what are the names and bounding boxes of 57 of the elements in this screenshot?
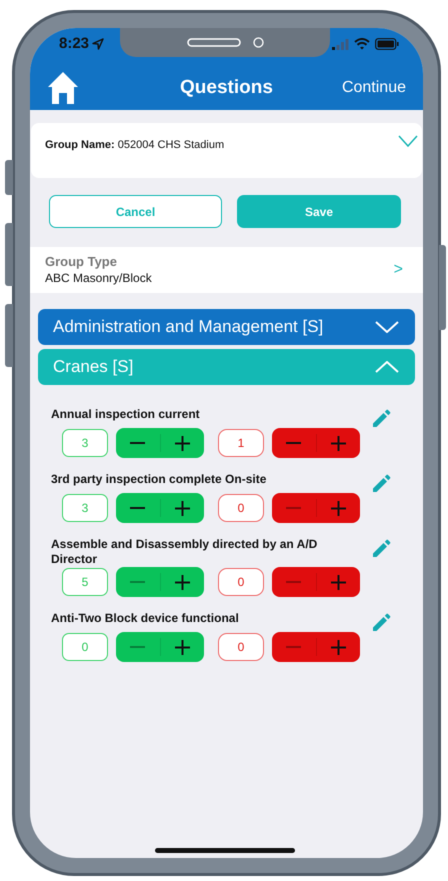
plus-icon xyxy=(330,574,346,590)
count-field: 3 xyxy=(62,429,108,457)
count-field: 0 xyxy=(62,633,108,661)
minus-icon xyxy=(130,646,146,648)
camera-icon xyxy=(252,37,264,48)
plus-icon xyxy=(174,500,190,516)
chevron-text: > xyxy=(394,260,403,280)
speaker-icon xyxy=(186,38,240,47)
question-text: Assemble and Disassembly directed by an A/D Director xyxy=(51,537,318,567)
signal-icon xyxy=(332,38,349,50)
question-text: Annual inspection current xyxy=(51,407,200,422)
question-text: 3rd party inspection complete On-site xyxy=(51,472,266,487)
screen-title: Questions xyxy=(179,76,274,100)
group-type-row[interactable]: Group Type ABC Masonry/Block > xyxy=(30,247,423,293)
edit-button[interactable] xyxy=(372,409,391,428)
group-type-label: Group Type xyxy=(45,254,118,270)
count-field: 0 xyxy=(218,568,264,596)
pencil-icon xyxy=(372,539,391,558)
minus-icon xyxy=(130,442,146,444)
minus-icon xyxy=(130,581,146,583)
chevron-up-icon xyxy=(375,361,399,373)
question-text: Anti-Two Block device functional xyxy=(51,611,239,626)
home-button[interactable] xyxy=(47,70,81,106)
group-name: Group Name: 052004 CHS Stadium xyxy=(45,138,226,153)
minus-icon xyxy=(130,507,146,509)
minus-icon xyxy=(286,646,302,648)
edit-button[interactable] xyxy=(372,539,391,558)
chevron-down-icon xyxy=(398,135,418,147)
edit-button[interactable] xyxy=(372,474,391,493)
section-header[interactable]: Administration and Management [S] xyxy=(38,309,415,345)
plus-icon xyxy=(174,640,190,654)
pencil-icon xyxy=(372,474,391,493)
location-arrow-icon xyxy=(92,38,104,50)
battery-icon xyxy=(375,38,399,50)
count-field: 3 xyxy=(62,494,108,522)
group-type-value: ABC Masonry/Block xyxy=(45,270,153,286)
pencil-icon xyxy=(372,409,391,428)
count-field: 5 xyxy=(62,568,108,596)
minus-icon xyxy=(286,507,302,509)
continue-button[interactable]: Continue xyxy=(342,76,406,100)
count-field: 0 xyxy=(218,633,264,661)
plus-icon xyxy=(330,436,346,450)
pencil-icon xyxy=(372,613,391,632)
plus-icon xyxy=(174,574,190,590)
status-time: 8:23 xyxy=(59,36,90,51)
home-icon xyxy=(47,71,79,105)
plus-icon xyxy=(330,640,346,654)
chevron-down-icon xyxy=(375,321,399,333)
plus-icon xyxy=(330,500,346,516)
edit-button[interactable] xyxy=(372,613,391,632)
wifi-icon xyxy=(354,38,370,50)
count-field: 1 xyxy=(218,429,264,457)
minus-icon xyxy=(286,442,302,444)
dropdown-button[interactable] xyxy=(398,135,418,147)
minus-icon xyxy=(286,581,302,583)
count-field: 0 xyxy=(218,494,264,522)
plus-icon xyxy=(174,436,190,450)
